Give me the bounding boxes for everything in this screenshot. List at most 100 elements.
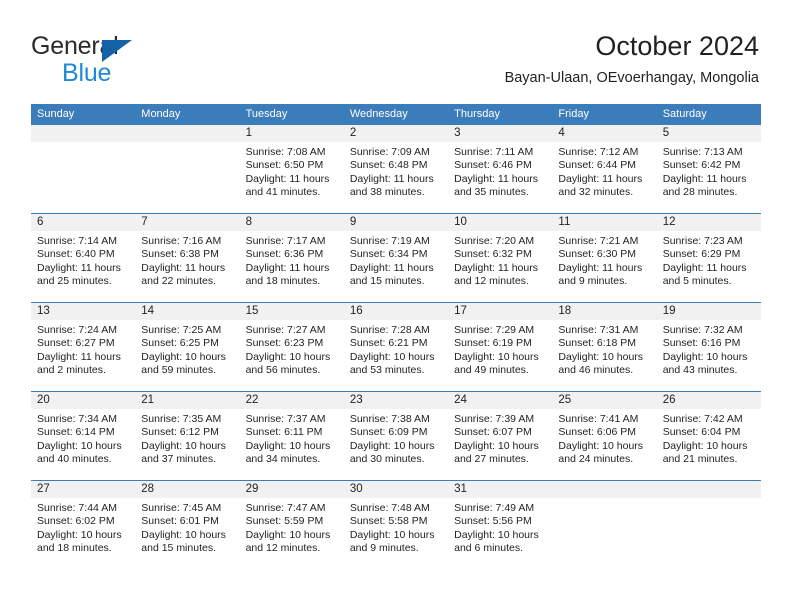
calendar-day-cell[interactable]: 20 Sunrise: 7:34 AM Sunset: 6:14 PM Dayligh…: [31, 392, 136, 480]
calendar-day-cell[interactable]: 11 Sunrise: 7:21 AM Sunset: 6:30 PM Dayligh…: [552, 214, 657, 302]
day-number: [552, 481, 657, 498]
day-sun-info: Sunrise: 7:25 AM Sunset: 6:25 PM Daylight:…: [135, 320, 239, 378]
day-info-line: Sunrise: 7:24 AM: [37, 324, 117, 336]
day-info-line: Daylight: 10 hours: [454, 439, 539, 452]
day-number: 27: [31, 481, 136, 498]
calendar-day-cell[interactable]: 31 Sunrise: 7:49 AM Sunset: 5:56 PM Dayligh…: [448, 481, 553, 569]
day-info-line: Sunset: 5:58 PM: [349, 515, 428, 528]
calendar-day-cell[interactable]: 13 Sunrise: 7:24 AM Sunset: 6:27 PM Dayligh…: [31, 303, 136, 391]
day-sun-info: Sunrise: 7:20 AM Sunset: 6:32 PM Daylight:…: [448, 231, 552, 289]
day-info-line: Sunset: 6:46 PM: [454, 159, 532, 172]
day-number: 5: [656, 125, 761, 142]
day-sun-info: Sunrise: 7:14 AM Sunset: 6:40 PM Daylight:…: [31, 231, 135, 289]
day-info-line: Sunrise: 7:11 AM: [454, 146, 534, 158]
day-number: 2: [343, 125, 449, 142]
day-number: 8: [239, 214, 344, 231]
day-sun-info: Sunrise: 7:21 AM Sunset: 6:30 PM Daylight:…: [552, 231, 656, 289]
weekday-header-sunday: Sunday: [37, 108, 75, 120]
day-info-line: Sunset: 6:38 PM: [141, 248, 219, 261]
day-number: 23: [343, 392, 449, 409]
day-info-line: Daylight: 11 hours: [349, 261, 434, 274]
calendar-day-cell[interactable]: 5 Sunrise: 7:13 AM Sunset: 6:42 PM Daylight…: [656, 125, 761, 213]
calendar-day-cell[interactable]: 4 Sunrise: 7:12 AM Sunset: 6:44 PM Daylight…: [552, 125, 657, 213]
day-info-line: Sunrise: 7:08 AM: [245, 146, 326, 158]
calendar-week-cells: 27 Sunrise: 7:44 AM Sunset: 6:02 PM Dayligh…: [31, 481, 761, 569]
calendar-day-cell[interactable]: 9 Sunrise: 7:19 AM Sunset: 6:34 PM Daylight…: [343, 214, 449, 302]
day-number: 13: [31, 303, 136, 320]
calendar-day-cell[interactable]: 1 Sunrise: 7:08 AM Sunset: 6:50 PM Daylight…: [239, 125, 344, 213]
day-sun-info: Sunrise: 7:08 AM Sunset: 6:50 PM Daylight:…: [240, 142, 344, 200]
day-info-line: Sunset: 6:04 PM: [662, 426, 741, 439]
calendar-day-cell[interactable]: 27 Sunrise: 7:44 AM Sunset: 6:02 PM Dayligh…: [31, 481, 136, 569]
day-number: 31: [448, 481, 553, 498]
day-info-line: Daylight: 11 hours: [454, 172, 538, 185]
generalblue-logo[interactable]: General Blue: [31, 32, 211, 87]
day-info-line: Sunrise: 7:27 AM: [245, 324, 326, 336]
day-sun-info: Sunrise: 7:34 AM Sunset: 6:14 PM Daylight:…: [31, 409, 135, 467]
day-info-line: and 43 minutes.: [662, 364, 738, 377]
calendar-day-cell[interactable]: 14 Sunrise: 7:25 AM Sunset: 6:25 PM Dayligh…: [135, 303, 240, 391]
calendar-day-cell[interactable]: 6 Sunrise: 7:14 AM Sunset: 6:40 PM Daylight…: [31, 214, 136, 302]
calendar-day-cell[interactable]: 17 Sunrise: 7:29 AM Sunset: 6:19 PM Dayligh…: [448, 303, 553, 391]
calendar-day-cell[interactable]: 2 Sunrise: 7:09 AM Sunset: 6:48 PM Daylight…: [343, 125, 449, 213]
calendar-day-cell[interactable]: 16 Sunrise: 7:28 AM Sunset: 6:21 PM Dayligh…: [343, 303, 449, 391]
calendar-day-cell[interactable]: 29 Sunrise: 7:47 AM Sunset: 5:59 PM Dayligh…: [239, 481, 344, 569]
calendar-day-cell[interactable]: 12 Sunrise: 7:23 AM Sunset: 6:29 PM Dayligh…: [656, 214, 761, 302]
day-info-line: Sunrise: 7:19 AM: [349, 235, 430, 247]
day-info-line: Sunset: 6:19 PM: [454, 337, 532, 350]
day-sun-info: Sunrise: 7:45 AM Sunset: 6:01 PM Daylight:…: [135, 498, 239, 556]
day-sun-info: Sunrise: 7:27 AM Sunset: 6:23 PM Daylight:…: [240, 320, 344, 378]
weekday-header-thursday: Thursday: [454, 108, 500, 120]
calendar-day-cell[interactable]: 21 Sunrise: 7:35 AM Sunset: 6:12 PM Dayligh…: [135, 392, 240, 480]
calendar-day-cell[interactable]: 25 Sunrise: 7:41 AM Sunset: 6:06 PM Dayligh…: [552, 392, 657, 480]
calendar-week-row: 13 Sunrise: 7:24 AM Sunset: 6:27 PM Dayligh…: [31, 302, 761, 391]
calendar-day-cell[interactable]: 19 Sunrise: 7:32 AM Sunset: 6:16 PM Dayligh…: [656, 303, 761, 391]
calendar-day-cell-empty: [135, 125, 240, 213]
calendar-day-cell[interactable]: 3 Sunrise: 7:11 AM Sunset: 6:46 PM Daylight…: [448, 125, 553, 213]
day-info-line: Sunrise: 7:49 AM: [454, 502, 535, 514]
day-info-line: and 40 minutes.: [37, 453, 112, 466]
calendar-day-cell[interactable]: 10 Sunrise: 7:20 AM Sunset: 6:32 PM Dayligh…: [448, 214, 553, 302]
day-sun-info: Sunrise: 7:12 AM Sunset: 6:44 PM Daylight:…: [552, 142, 656, 200]
day-info-line: Sunset: 6:09 PM: [349, 426, 428, 439]
day-info-line: Daylight: 10 hours: [349, 350, 435, 363]
day-sun-info: Sunrise: 7:37 AM Sunset: 6:11 PM Daylight:…: [240, 409, 344, 467]
day-info-line: Sunrise: 7:31 AM: [558, 324, 639, 336]
day-sun-info: Sunrise: 7:28 AM Sunset: 6:21 PM Daylight:…: [344, 320, 448, 378]
day-number: [656, 481, 761, 498]
day-info-line: Daylight: 10 hours: [662, 439, 748, 452]
calendar-day-cell[interactable]: 18 Sunrise: 7:31 AM Sunset: 6:18 PM Dayligh…: [552, 303, 657, 391]
day-number: 30: [343, 481, 449, 498]
calendar-day-cell[interactable]: 7 Sunrise: 7:16 AM Sunset: 6:38 PM Daylight…: [135, 214, 240, 302]
day-info-line: Sunrise: 7:42 AM: [662, 413, 743, 425]
day-info-line: Daylight: 11 hours: [662, 261, 747, 274]
calendar-day-cell[interactable]: 15 Sunrise: 7:27 AM Sunset: 6:23 PM Dayligh…: [239, 303, 344, 391]
day-number: 24: [448, 392, 553, 409]
day-info-line: Daylight: 11 hours: [349, 172, 434, 185]
day-number: 6: [31, 214, 136, 231]
calendar-day-cell[interactable]: 26 Sunrise: 7:42 AM Sunset: 6:04 PM Dayligh…: [656, 392, 761, 480]
day-number: 28: [135, 481, 240, 498]
day-info-line: Sunset: 6:02 PM: [37, 515, 115, 528]
calendar-day-cell[interactable]: 23 Sunrise: 7:38 AM Sunset: 6:09 PM Dayligh…: [343, 392, 449, 480]
calendar-day-cell[interactable]: 22 Sunrise: 7:37 AM Sunset: 6:11 PM Dayligh…: [239, 392, 344, 480]
day-number: 4: [552, 125, 657, 142]
day-info-line: and 9 minutes.: [349, 542, 419, 555]
calendar-day-cell[interactable]: 8 Sunrise: 7:17 AM Sunset: 6:36 PM Daylight…: [239, 214, 344, 302]
day-info-line: Sunset: 6:23 PM: [245, 337, 324, 350]
calendar-day-cell[interactable]: 28 Sunrise: 7:45 AM Sunset: 6:01 PM Dayligh…: [135, 481, 240, 569]
day-info-line: and 12 minutes.: [245, 542, 321, 555]
day-info-line: and 5 minutes.: [662, 275, 732, 288]
day-info-line: Sunset: 6:32 PM: [454, 248, 532, 261]
calendar-week-row: 1 Sunrise: 7:08 AM Sunset: 6:50 PM Daylight…: [31, 125, 761, 213]
calendar-day-cell[interactable]: 24 Sunrise: 7:39 AM Sunset: 6:07 PM Dayligh…: [448, 392, 553, 480]
calendar-day-cell[interactable]: 30 Sunrise: 7:48 AM Sunset: 5:58 PM Dayligh…: [343, 481, 449, 569]
day-info-line: Daylight: 10 hours: [558, 439, 644, 452]
day-number: 18: [552, 303, 657, 320]
day-sun-info: Sunrise: 7:19 AM Sunset: 6:34 PM Daylight:…: [344, 231, 448, 289]
day-info-line: Sunrise: 7:17 AM: [245, 235, 326, 247]
calendar-week-cells: 1 Sunrise: 7:08 AM Sunset: 6:50 PM Daylight…: [31, 125, 761, 213]
day-info-line: Sunset: 6:21 PM: [349, 337, 428, 350]
day-number: 12: [656, 214, 761, 231]
day-number: 20: [31, 392, 136, 409]
